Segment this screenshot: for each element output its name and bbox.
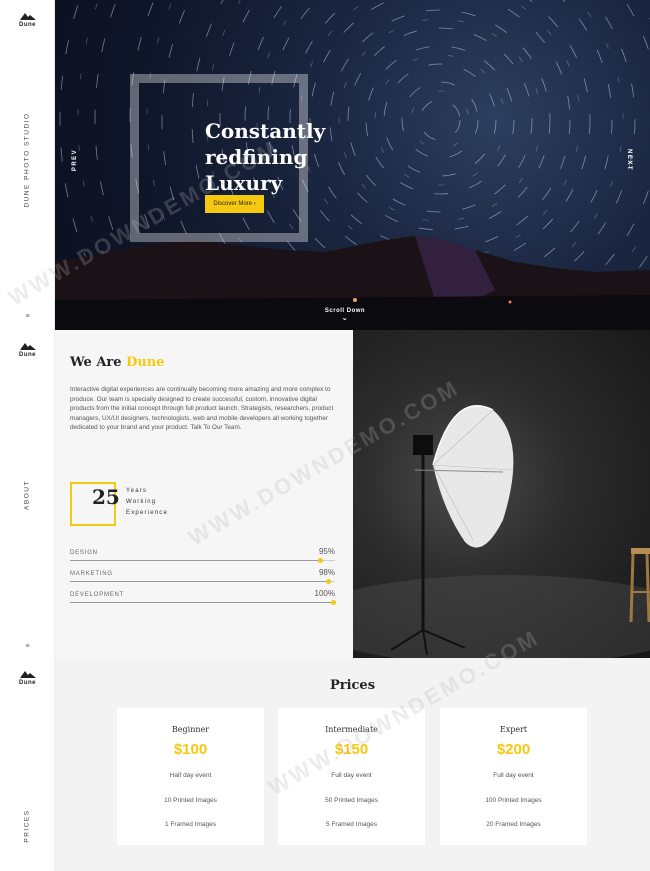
brand-logo[interactable]: Dune	[0, 670, 55, 686]
mountain-logo-icon	[19, 343, 36, 350]
sidebar-section-home: Dune DUNE PHOTO STUDIO ≡	[0, 0, 55, 330]
skill-handle	[317, 558, 323, 563]
about-heading: We Are Dune	[70, 355, 165, 370]
price-card-intermediate[interactable]: Intermediate $150 Full day event 50 Prin…	[278, 708, 425, 845]
next-slide-button[interactable]: NEXT	[626, 149, 632, 171]
skill-bar-marketing: MARKETING 98%	[70, 568, 335, 587]
plan-feature: 20 Framed Images	[486, 821, 541, 828]
sidebar-section-label: PRICES	[23, 809, 31, 843]
plan-feature: 10 Printed Images	[164, 797, 217, 804]
years-label: Years Working Experience	[126, 488, 169, 516]
hero-title: Constantly redfining Luxury	[205, 119, 326, 195]
brand-logo[interactable]: Dune	[0, 342, 55, 358]
plan-feature: Full day event	[493, 772, 534, 779]
skill-percent: 98%	[318, 568, 335, 577]
brand-name: Dune	[19, 352, 36, 358]
skill-fill	[70, 581, 330, 582]
plan-name: Expert	[499, 725, 528, 734]
about-intro-text: Interactive digital experiences are cont…	[70, 386, 334, 432]
skill-fill	[70, 560, 322, 561]
menu-icon[interactable]: ≡	[0, 313, 55, 320]
plan-name: Intermediate	[325, 725, 378, 734]
sidebar-section-label: ABOUT	[23, 480, 31, 510]
sidebar-section-about: Dune ABOUT ≡	[0, 330, 55, 658]
plan-feature: Full day event	[331, 772, 372, 779]
skill-fill	[70, 602, 335, 603]
plan-name: Beginner	[171, 725, 210, 734]
plan-feature: 100 Printed Images	[485, 797, 542, 804]
about-section: We Are Dune Interactive digital experien…	[55, 330, 353, 658]
brand-name: Dune	[19, 22, 36, 28]
plan-feature: 50 Printed Images	[325, 797, 378, 804]
studio-light-illustration	[353, 405, 650, 658]
mountain-logo-icon	[19, 13, 36, 20]
about-heading-accent: Dune	[126, 355, 165, 370]
skill-percent: 100%	[314, 589, 335, 598]
chevron-down-icon: ⌄	[341, 315, 349, 322]
brand-name: Dune	[19, 680, 36, 686]
skill-handle	[331, 600, 336, 605]
menu-icon[interactable]: ≡	[0, 643, 55, 650]
skill-bar-development: DEVELOPMENT 100%	[70, 589, 336, 608]
price-card-beginner[interactable]: Beginner $100 Half day event 10 Printed …	[117, 708, 264, 845]
plan-price: $150	[334, 741, 369, 758]
price-card-expert[interactable]: Expert $200 Full day event 100 Printed I…	[440, 708, 587, 845]
plan-price: $100	[173, 741, 208, 758]
skill-bar-design: DESIGN 95%	[70, 547, 335, 566]
prices-heading: Prices	[329, 678, 376, 693]
prices-section: Prices Beginner $100 Half day event 10 P…	[55, 658, 650, 871]
mountain-logo-icon	[19, 671, 36, 678]
plan-feature: 5 Framed Images	[326, 821, 377, 828]
brand-logo[interactable]: Dune	[0, 12, 55, 28]
skill-name: DEVELOPMENT	[70, 592, 125, 598]
scroll-down-link[interactable]: Scroll Down ⌄	[325, 308, 365, 322]
discover-more-button[interactable]: Discover More ›	[205, 195, 264, 213]
plan-feature: Half day event	[169, 772, 212, 779]
sidebar-section-label: DUNE PHOTO STUDIO	[23, 112, 31, 208]
skill-name: MARKETING	[70, 571, 113, 577]
sidebar-section-prices: Dune PRICES	[0, 658, 55, 871]
plan-feature: 1 Framed Images	[165, 821, 216, 828]
prev-slide-button[interactable]: PREV	[72, 149, 78, 171]
hero-slider: Constantly redfining Luxury Discover Mor…	[55, 0, 650, 330]
skill-name: DESIGN	[70, 550, 98, 556]
skill-handle	[325, 579, 331, 584]
skill-percent: 95%	[318, 547, 335, 556]
plan-price: $200	[496, 741, 531, 758]
years-number: 25	[92, 485, 120, 509]
studio-umbrella-photo	[353, 330, 650, 658]
